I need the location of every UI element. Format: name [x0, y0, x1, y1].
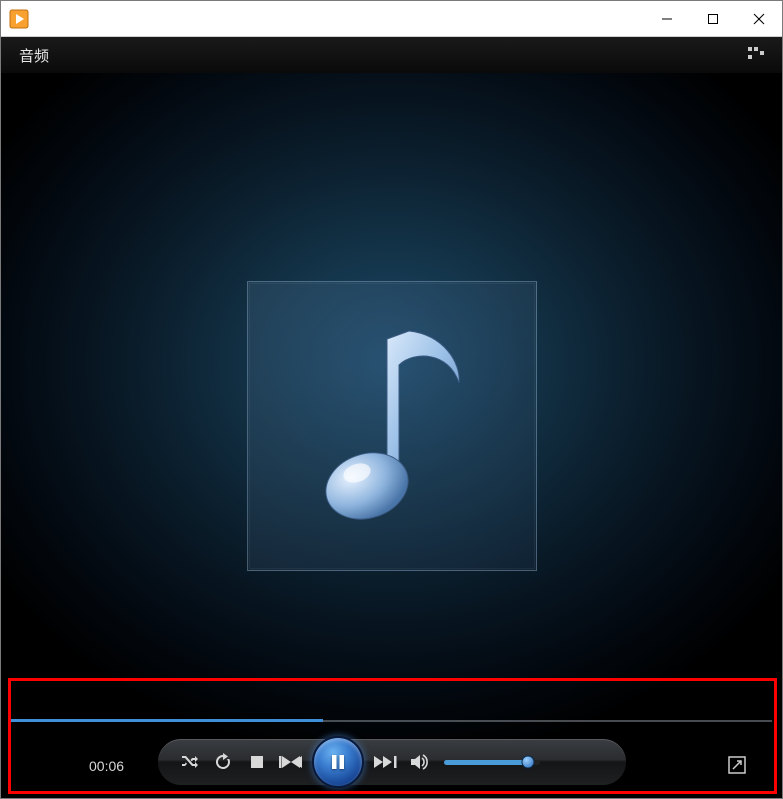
- album-art-placeholder: [247, 281, 537, 571]
- close-button[interactable]: [736, 4, 782, 34]
- volume-thumb[interactable]: [521, 756, 534, 769]
- media-player-window: 音频: [0, 0, 783, 799]
- seek-track: [11, 720, 772, 722]
- fullscreen-button[interactable]: [728, 756, 748, 776]
- shuffle-button[interactable]: [174, 747, 204, 777]
- mute-button[interactable]: [404, 747, 434, 777]
- music-note-icon: [309, 321, 474, 531]
- play-pause-button[interactable]: [312, 736, 364, 788]
- playback-controls: [157, 738, 627, 786]
- seek-bar[interactable]: [11, 718, 772, 724]
- maximize-button[interactable]: [690, 4, 736, 34]
- window-controls: [644, 4, 782, 34]
- now-playing-area: 00:06: [1, 73, 782, 798]
- header-bar: 音频: [1, 37, 782, 73]
- app-icon: [9, 9, 29, 29]
- next-button[interactable]: [370, 747, 400, 777]
- library-view-toggle-icon[interactable]: [748, 46, 764, 64]
- titlebar[interactable]: [1, 1, 782, 37]
- previous-button[interactable]: [276, 747, 306, 777]
- minimize-button[interactable]: [644, 4, 690, 34]
- repeat-button[interactable]: [208, 747, 238, 777]
- header-title: 音频: [19, 45, 49, 66]
- time-elapsed: 00:06: [89, 758, 124, 774]
- seek-progress: [11, 719, 323, 722]
- stop-button[interactable]: [242, 747, 272, 777]
- volume-slider[interactable]: [444, 760, 540, 765]
